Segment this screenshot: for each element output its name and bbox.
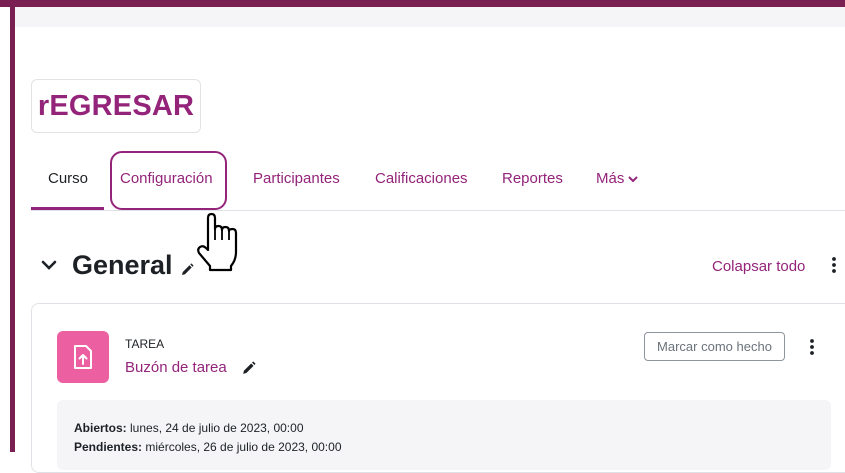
mark-as-done-button[interactable]: Marcar como hecho xyxy=(644,332,785,361)
activity-dates-box xyxy=(57,400,831,470)
section-collapse-chevron-icon[interactable] xyxy=(40,256,58,274)
window-frame-left xyxy=(10,7,15,452)
collapse-all-link[interactable]: Colapsar todo xyxy=(712,258,805,275)
nav-tab-reportes[interactable]: Reportes xyxy=(502,170,563,187)
edit-pencil-icon[interactable] xyxy=(180,263,194,277)
kebab-menu-icon[interactable] xyxy=(831,256,837,274)
course-title-box: rEGRESAR xyxy=(31,79,201,133)
nav-tab-mas[interactable]: Más xyxy=(596,170,639,187)
chevron-down-icon xyxy=(628,176,639,183)
activity-type: TAREA xyxy=(125,337,165,351)
date-open-label: Abiertos: xyxy=(74,421,127,435)
activity-name-link[interactable]: Buzón de tarea xyxy=(125,359,227,376)
section-title: General xyxy=(72,250,173,280)
nav-tab-curso[interactable]: Curso xyxy=(48,170,88,187)
nav-divider xyxy=(31,210,845,211)
assignment-upload-icon xyxy=(57,331,109,383)
edit-pencil-icon[interactable] xyxy=(241,361,256,376)
window-frame-top xyxy=(0,0,845,7)
nav-tab-mas-label: Más xyxy=(596,170,625,187)
nav-tab-calificaciones[interactable]: Calificaciones xyxy=(375,170,468,187)
course-title: rEGRESAR xyxy=(37,89,195,122)
hand-pointer-cursor xyxy=(197,212,238,272)
date-open: Abiertos: lunes, 24 de julio de 2023, 00… xyxy=(74,421,304,435)
top-band xyxy=(15,7,845,27)
date-open-value: lunes, 24 de julio de 2023, 00:00 xyxy=(130,421,304,435)
highlight-circle xyxy=(110,151,227,210)
kebab-menu-icon[interactable] xyxy=(809,338,815,356)
nav-tab-participantes[interactable]: Participantes xyxy=(253,170,340,187)
